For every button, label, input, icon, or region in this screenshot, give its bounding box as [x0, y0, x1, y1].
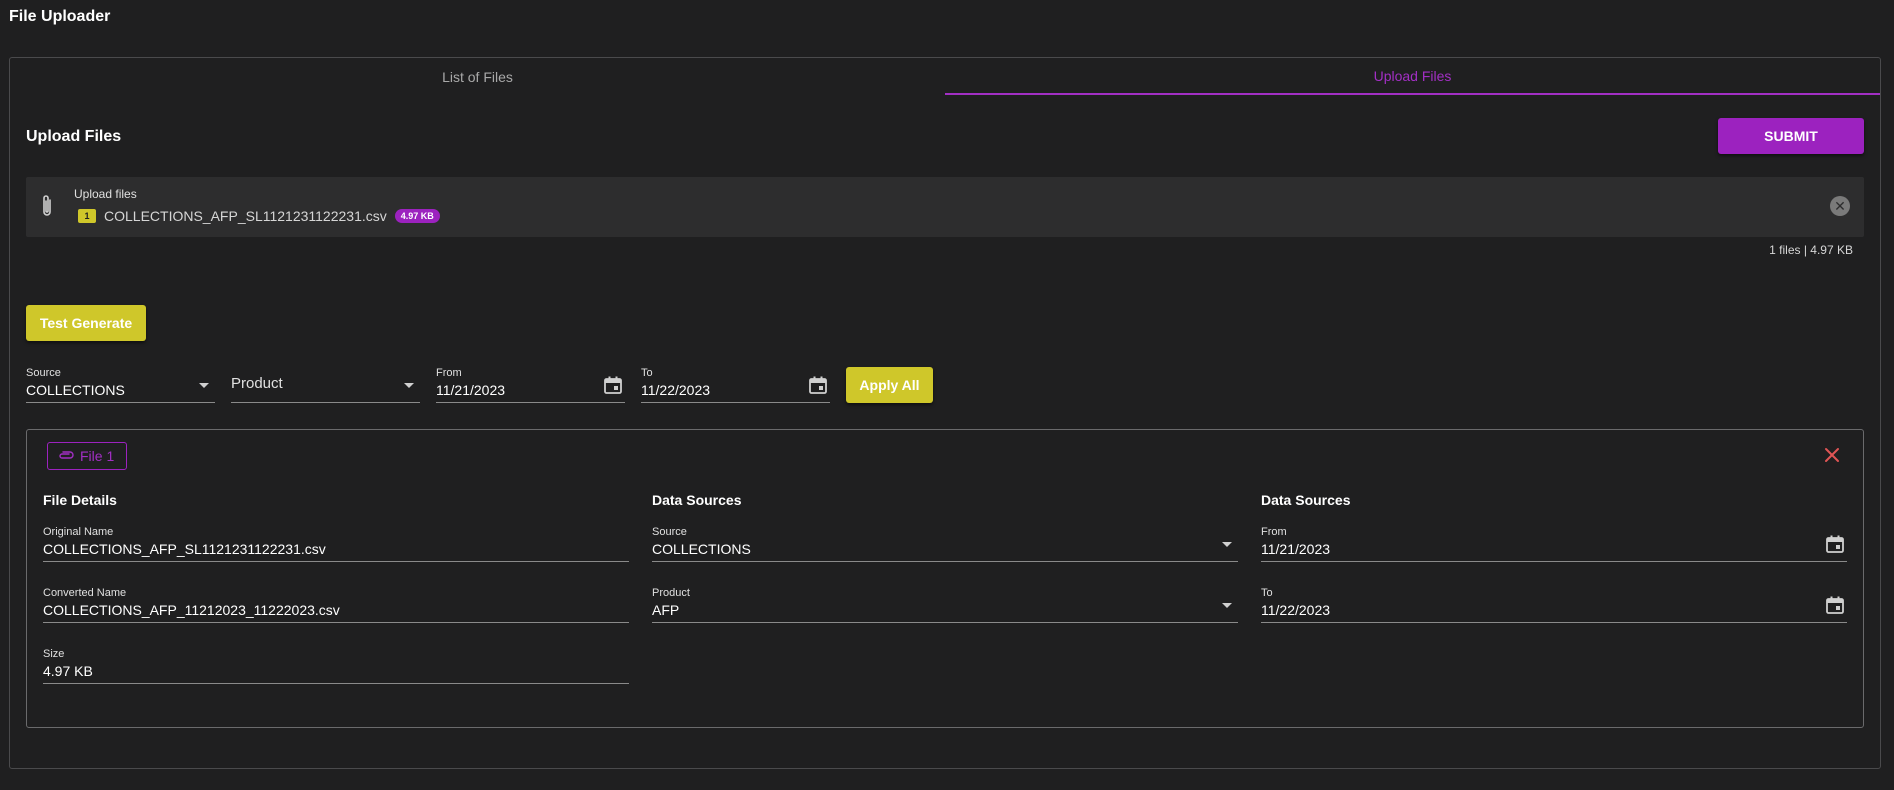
size-label: Size [43, 648, 65, 660]
uploaded-file-item: 1 COLLECTIONS_AFP_SL1121231122231.csv 4.… [78, 208, 440, 224]
data-sources-title: Data Sources [652, 492, 742, 508]
to-date-field[interactable]: To 11/22/2023 [641, 367, 830, 403]
dropzone-label: Upload files [74, 187, 137, 201]
source-select[interactable]: Source COLLECTIONS [26, 367, 215, 403]
card-product-value: AFP [652, 602, 680, 618]
chevron-down-icon [1222, 541, 1232, 547]
converted-name-label: Converted Name [43, 587, 127, 599]
card-to-value: 11/22/2023 [1261, 602, 1331, 618]
product-select[interactable]: Product [231, 367, 420, 403]
original-name-label: Original Name [43, 526, 114, 538]
file-chip: File 1 [47, 442, 128, 470]
converted-name-value: COLLECTIONS_AFP_11212023_11222023.csv [43, 602, 340, 618]
test-generate-button[interactable]: Test Generate [26, 305, 146, 341]
from-value: 11/21/2023 [436, 382, 506, 398]
source-label: Source [26, 367, 61, 379]
from-label: From [436, 367, 462, 379]
card-product-select[interactable]: Product AFP [652, 587, 1238, 623]
card-source-value: COLLECTIONS [652, 541, 751, 557]
submit-button[interactable]: SUBMIT [1718, 118, 1864, 154]
from-date-field[interactable]: From 11/21/2023 [436, 367, 625, 403]
file-card: File 1 File Details Data Sources Data So… [26, 429, 1864, 728]
card-source-select[interactable]: Source COLLECTIONS [652, 526, 1238, 562]
app-title: File Uploader [9, 8, 111, 25]
card-from-value: 11/21/2023 [1261, 541, 1331, 557]
size-value: 4.97 KB [43, 663, 93, 679]
close-icon[interactable] [1823, 446, 1841, 464]
chevron-down-icon [404, 382, 414, 388]
file-chip-label: File 1 [80, 448, 115, 464]
close-circle-icon[interactable]: ✕ [1830, 196, 1850, 216]
card-product-label: Product [652, 587, 690, 599]
chevron-down-icon [199, 382, 209, 388]
tab-upload-files[interactable]: Upload Files [945, 58, 1880, 95]
to-value: 11/22/2023 [641, 382, 711, 398]
uploaded-file-name: COLLECTIONS_AFP_SL1121231122231.csv [104, 208, 387, 224]
calendar-icon[interactable] [808, 375, 828, 395]
upload-summary: 1 files | 4.97 KB [1769, 243, 1853, 257]
file-details-title: File Details [43, 492, 117, 508]
source-value: COLLECTIONS [26, 382, 125, 398]
apply-all-button[interactable]: Apply All [846, 367, 933, 403]
file-dropzone[interactable]: Upload files 1 COLLECTIONS_AFP_SL1121231… [26, 177, 1864, 237]
card-from-label: From [1261, 526, 1287, 538]
product-placeholder: Product [231, 375, 283, 392]
to-label: To [641, 367, 653, 379]
paperclip-icon [59, 451, 74, 459]
chevron-down-icon [1222, 602, 1232, 608]
original-name-value: COLLECTIONS_AFP_SL1121231122231.csv [43, 541, 326, 557]
tab-list-of-files[interactable]: List of Files [10, 58, 945, 95]
card-to-date-field[interactable]: To 11/22/2023 [1261, 587, 1847, 623]
calendar-icon[interactable] [603, 375, 623, 395]
file-size-badge: 4.97 KB [394, 209, 440, 223]
data-sources-dates-title: Data Sources [1261, 492, 1351, 508]
paperclip-icon [43, 195, 51, 216]
converted-name-field[interactable]: Converted Name COLLECTIONS_AFP_11212023_… [43, 587, 629, 623]
calendar-icon[interactable] [1825, 534, 1845, 554]
card-source-label: Source [652, 526, 687, 538]
tab-bar: List of Files Upload Files [10, 58, 1880, 95]
card-from-date-field[interactable]: From 11/21/2023 [1261, 526, 1847, 562]
size-field[interactable]: Size 4.97 KB [43, 648, 629, 684]
file-uploader-panel: List of Files Upload Files Upload Files … [9, 57, 1881, 769]
original-name-field[interactable]: Original Name COLLECTIONS_AFP_SL11212311… [43, 526, 629, 562]
section-title: Upload Files [26, 128, 122, 145]
card-to-label: To [1261, 587, 1273, 599]
calendar-icon[interactable] [1825, 595, 1845, 615]
file-count-badge: 1 [78, 209, 96, 223]
